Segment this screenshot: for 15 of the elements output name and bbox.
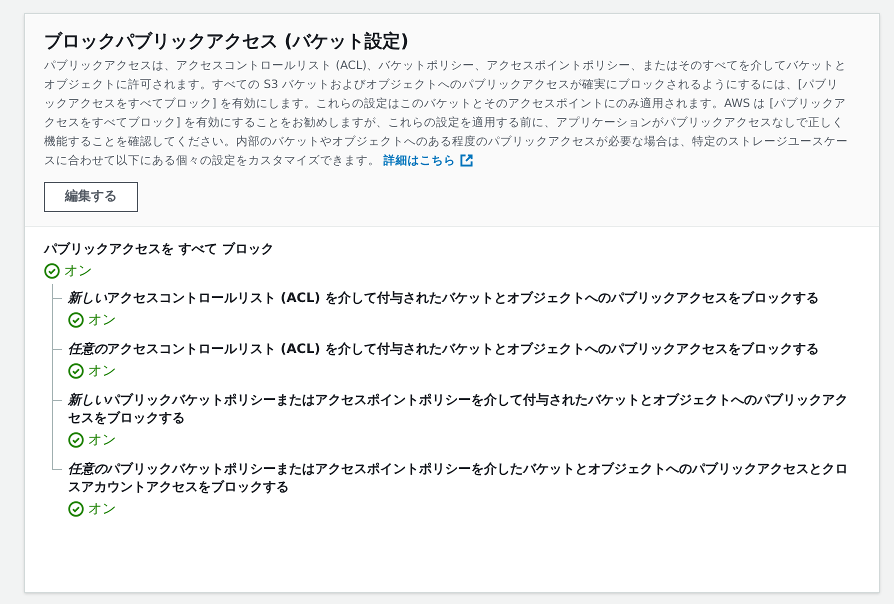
setting-label: 新しいパブリックバケットポリシーまたはアクセスポイントポリシーを介して付与されたバケットとオブジェクトへのパブリックアクセスをブロックする (68, 392, 849, 428)
panel-title: ブロックパブリックアクセス (バケット設定) (44, 30, 410, 54)
setting-label: 任意のパブリックバケットポリシーまたはアクセスポイントポリシーを介したバケットとオブジェクトへのパブリックアクセスとクロスアカウントアクセスをブロックする (68, 460, 849, 496)
external-link-icon (460, 154, 473, 167)
status-text: オン (88, 430, 116, 450)
setting-label: 任意のアクセスコントロールリスト (ACL) を介して付与されたバケットとオブジェクトへのパブリックアクセスをブロックする (68, 340, 820, 358)
status-text: オン (88, 310, 116, 330)
setting-label: 新しいアクセスコントロールリスト (ACL) を介して付与されたバケットとオブジェクトへのパブリックアクセスをブロックする (68, 290, 820, 308)
status-text: オン (88, 500, 116, 518)
status-text: オン (88, 362, 116, 380)
learn-more-link[interactable]: 詳細はこちら (384, 151, 473, 170)
setting-label: パブリックアクセスを すべて ブロック (44, 240, 276, 258)
status-text: オン (64, 262, 92, 280)
edit-button[interactable]: 編集する (44, 182, 138, 212)
panel-description: パブリックアクセスは、アクセスコントロールリスト (ACL)、バケットポリシー、アクセスポイントポリシー、またはそのすべてを介してバケットとオブジェクトに許可されます。すべての S3 バケットおよびオブジェクトへのパブリックアクセスが確実にブロックされるようにするには、[パブリックアクセスをすべてブロック] を有効にします。これらの設定はこのバケットとそのアクセスポイントにのみ適用されます。AWS は [パブリックアクセスをすべてブロック] を有効にすることをお勧めしますが、これらの設定を適用する前に、アプリケーションがパブリックアクセスなしで正しく機能することを確認してください。内部のバケットやオブジェクトへのある程度のパブリックアクセスが必要な場合は、特定のストレージユースケースに合わせて以下にある個々の設定をカスタマイズできます。 詳細はこちら (44, 56, 860, 170)
